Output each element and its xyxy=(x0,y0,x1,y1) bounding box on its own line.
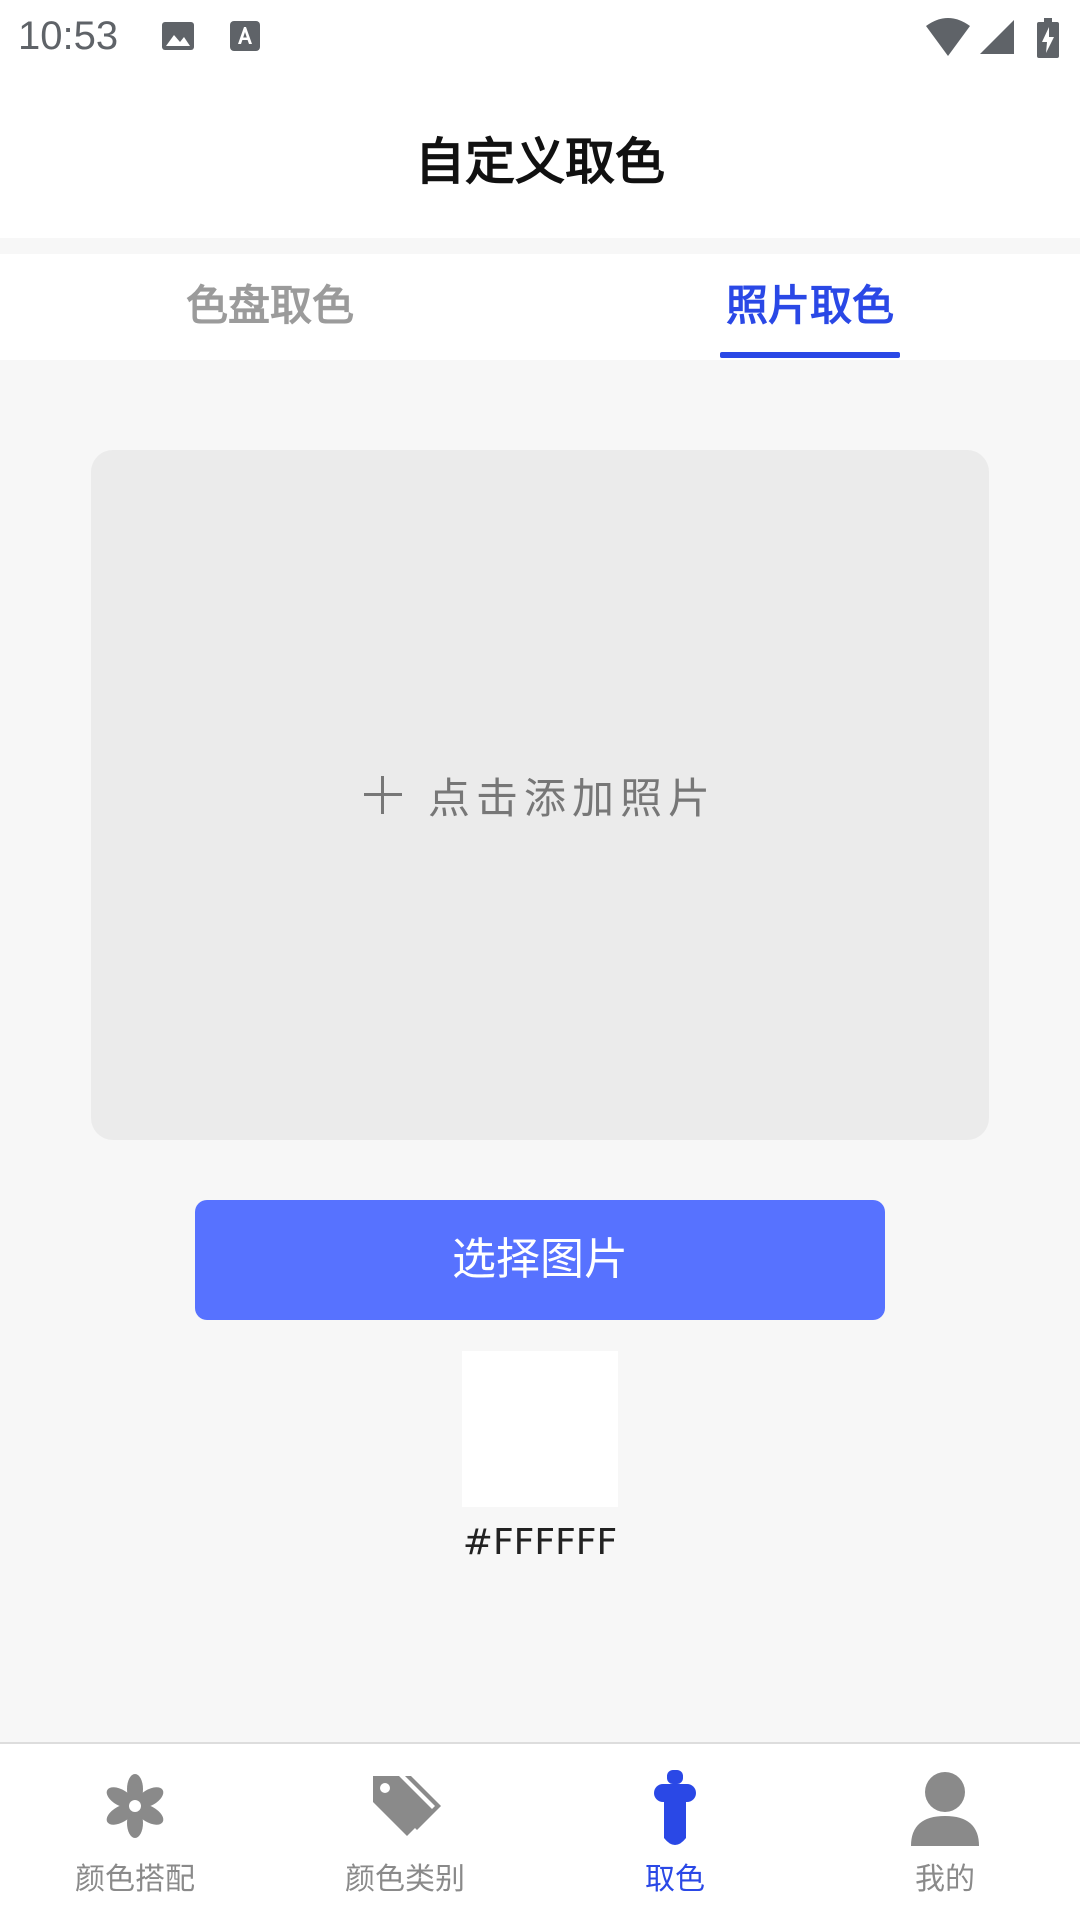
select-image-button[interactable]: 选择图片 xyxy=(195,1200,885,1320)
bottom-navigation: 颜色搭配 颜色类别 取色 我的 xyxy=(0,1742,1080,1922)
nav-item-color-matching[interactable]: 颜色搭配 xyxy=(0,1744,270,1922)
color-swatch xyxy=(462,1351,618,1507)
keyboard-notification-icon xyxy=(228,18,262,58)
add-photo-area[interactable]: 点击添加照片 xyxy=(91,450,989,1140)
eyedropper-icon xyxy=(540,1770,810,1852)
tab-palette-pick[interactable]: 色盘取色 xyxy=(170,254,370,360)
image-notification-icon xyxy=(160,18,196,58)
nav-item-profile[interactable]: 我的 xyxy=(810,1744,1080,1922)
nav-label-color-category: 颜色类别 xyxy=(345,1862,465,1897)
cell-signal-icon xyxy=(978,18,1016,62)
nav-item-color-category[interactable]: 颜色类别 xyxy=(270,1744,540,1922)
flower-icon xyxy=(0,1770,270,1852)
nav-label-color-matching: 颜色搭配 xyxy=(75,1862,195,1897)
wifi-icon xyxy=(924,18,972,62)
active-tab-indicator xyxy=(720,352,900,358)
app-bar: 自定义取色 xyxy=(0,76,1080,238)
tab-bar: 色盘取色 照片取色 xyxy=(0,254,1080,360)
nav-label-profile: 我的 xyxy=(915,1862,975,1897)
color-hex-value: #FFFFFF xyxy=(462,1522,618,1563)
tag-icon xyxy=(270,1770,540,1852)
nav-item-color-picker[interactable]: 取色 xyxy=(540,1744,810,1922)
page-title: 自定义取色 xyxy=(415,133,665,191)
status-bar: 10:53 xyxy=(0,0,1080,76)
add-photo-label: 点击添加照片 xyxy=(427,773,716,823)
nav-label-color-picker: 取色 xyxy=(645,1862,705,1897)
status-time: 10:53 xyxy=(18,14,119,58)
tab-photo-pick[interactable]: 照片取色 xyxy=(710,254,910,360)
battery-charging-icon xyxy=(1036,18,1060,64)
person-icon xyxy=(810,1770,1080,1852)
plus-icon xyxy=(363,776,402,814)
